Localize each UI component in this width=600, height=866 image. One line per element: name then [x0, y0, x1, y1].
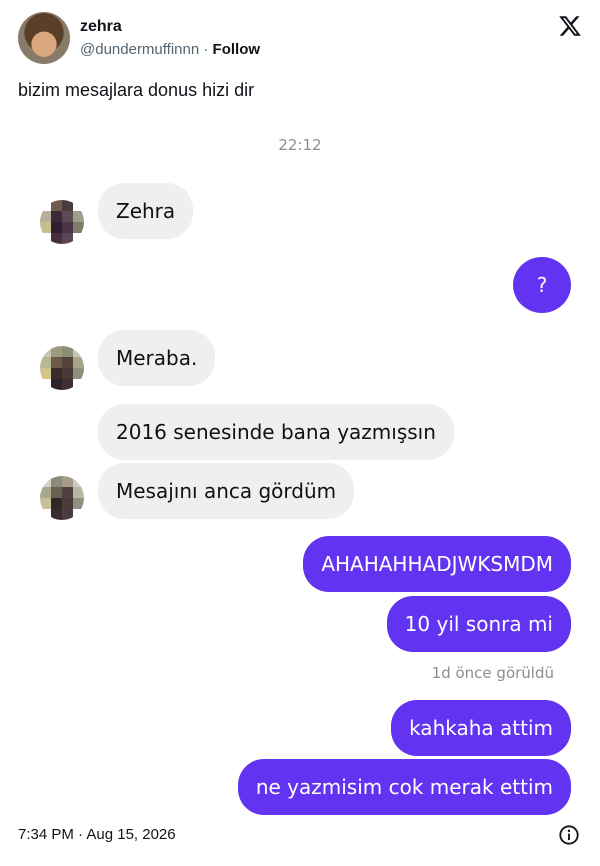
- tweet-header: zehra @dundermuffinnn · Follow: [18, 12, 582, 66]
- message-bubble-outgoing: kahkaha attim: [391, 700, 571, 756]
- x-logo-icon[interactable]: [558, 14, 582, 38]
- author-handle-row: @dundermuffinnn · Follow: [80, 41, 260, 58]
- message-bubble-incoming: 2016 senesinde bana yazmışsın: [98, 404, 454, 460]
- sender-avatar: [40, 346, 84, 390]
- sender-avatar: [40, 200, 84, 244]
- author-display-name[interactable]: zehra: [80, 18, 122, 36]
- message-bubble-outgoing: AHAHAHHADJWKSMDM: [303, 536, 571, 592]
- tweet-timestamp[interactable]: 7:34 PM · Aug 15, 2026: [18, 826, 176, 843]
- tweet-text: bizim mesajlara donus hizi dir: [18, 80, 255, 100]
- message-bubble-incoming: Meraba.: [98, 330, 216, 386]
- author-handle[interactable]: @dundermuffinnn: [80, 41, 199, 58]
- chat-screenshot: 22:12 Zehra ? Meraba. 2016 senesinde ban: [0, 118, 600, 818]
- separator: ·: [203, 41, 209, 58]
- message-bubble-incoming: Mesajını anca gördüm: [98, 463, 355, 519]
- info-icon[interactable]: [558, 824, 580, 846]
- sender-avatar: [40, 476, 84, 520]
- message-bubble-outgoing: ne yazmisim cok merak ettim: [237, 759, 571, 815]
- message-bubble-outgoing: ?: [513, 257, 571, 313]
- seen-status: 1d önce görüldü: [431, 664, 554, 682]
- chat-time-divider: 22:12: [278, 136, 322, 154]
- message-bubble-incoming: Zehra: [98, 183, 194, 239]
- follow-button[interactable]: Follow: [213, 41, 261, 58]
- message-bubble-outgoing: 10 yil sonra mi: [386, 596, 571, 652]
- author-avatar[interactable]: [18, 12, 70, 64]
